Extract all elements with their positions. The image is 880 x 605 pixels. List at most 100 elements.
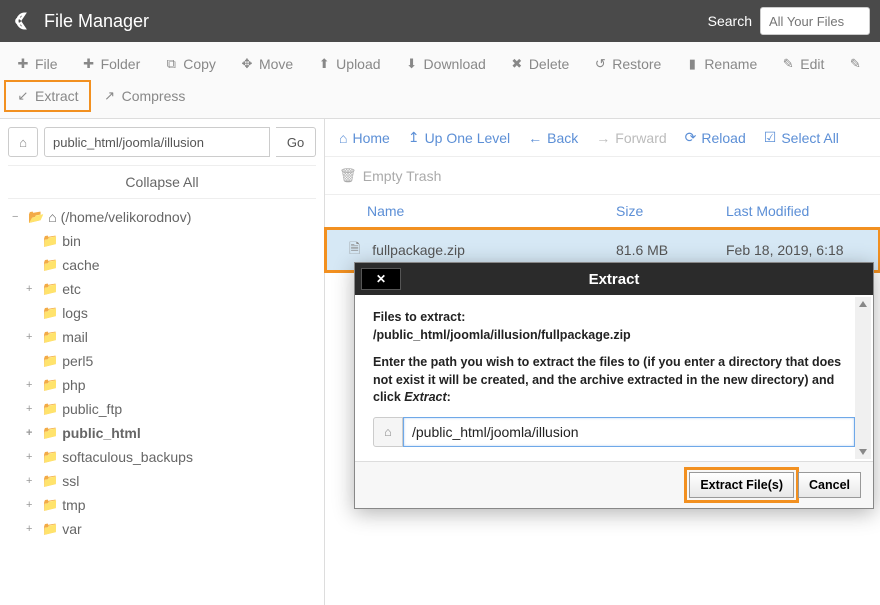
nav-forward[interactable]: →Forward <box>596 129 666 146</box>
tree-item[interactable]: +📁public_ftp <box>12 397 316 421</box>
content-navbar: ⌂Home ↥Up One Level ←Back →Forward ⟳Relo… <box>325 119 880 157</box>
empty-trash-button[interactable]: 🗑Empty Trash <box>325 157 880 195</box>
extract-icon: ↙ <box>16 88 30 104</box>
col-name[interactable]: Name <box>367 203 616 219</box>
extract-button[interactable]: ↙Extract <box>4 80 91 112</box>
delete-button[interactable]: ✖Delete <box>498 48 581 80</box>
sidebar: ⌂ Go Collapse All − 📂 ⌂ (/home/velikorod… <box>0 119 325 605</box>
download-icon: ⬇ <box>405 56 419 72</box>
tree-item-label: tmp <box>62 494 85 516</box>
tree-item[interactable]: +📁tmp <box>12 493 316 517</box>
zip-file-icon: 🗎 <box>349 238 360 262</box>
copy-button[interactable]: ⧉Copy <box>152 48 228 80</box>
tree-item[interactable]: 📁perl5 <box>12 349 316 373</box>
folder-icon: 📁 <box>42 398 58 420</box>
nav-select-all[interactable]: ☑Select All <box>764 129 839 146</box>
col-modified[interactable]: Last Modified <box>726 203 866 219</box>
folder-icon: 📁 <box>42 326 58 348</box>
file-button[interactable]: ✚File <box>4 48 70 80</box>
plus-icon: ✚ <box>16 56 30 72</box>
tree-item[interactable]: +📁var <box>12 517 316 541</box>
dialog-footer: Extract File(s) Cancel <box>355 461 873 508</box>
check-icon: ☑ <box>764 129 777 146</box>
files-to-extract-path: /public_html/joomla/illusion/fullpackage… <box>373 328 631 342</box>
folder-icon: 📁 <box>42 230 58 252</box>
expand-icon[interactable]: + <box>26 494 38 516</box>
tree-item[interactable]: 📁logs <box>12 301 316 325</box>
expand-icon[interactable]: + <box>26 374 38 396</box>
edit-icon: ✎ <box>781 56 795 72</box>
move-button[interactable]: ✥Move <box>228 48 305 80</box>
tree-item[interactable]: 📁bin <box>12 229 316 253</box>
tree-item-label: ssl <box>62 470 79 492</box>
compress-button[interactable]: ↗Compress <box>91 80 198 112</box>
extract-files-button[interactable]: Extract File(s) <box>689 472 794 498</box>
expand-icon[interactable]: + <box>26 470 38 492</box>
expand-icon[interactable]: + <box>26 398 38 420</box>
restore-button[interactable]: ↺Restore <box>581 48 673 80</box>
home-icon: ⌂ <box>48 206 56 228</box>
search-input[interactable] <box>760 7 870 35</box>
dialog-close-button[interactable]: ✕ <box>361 268 401 290</box>
folder-icon: 📁 <box>42 278 58 300</box>
upload-button[interactable]: ⬆Upload <box>305 48 392 80</box>
tree-item[interactable]: +📁mail <box>12 325 316 349</box>
extract-path-input[interactable] <box>403 417 855 447</box>
move-icon: ✥ <box>240 56 254 72</box>
go-button[interactable]: Go <box>276 127 316 157</box>
path-input[interactable] <box>44 127 270 157</box>
collapse-icon[interactable]: − <box>12 206 24 228</box>
pencil-icon: ✎ <box>848 56 862 72</box>
folder-button[interactable]: ✚Folder <box>70 48 153 80</box>
folder-icon: 📁 <box>42 470 58 492</box>
search-label: Search <box>708 13 752 29</box>
collapse-all-button[interactable]: Collapse All <box>8 165 316 199</box>
nav-up[interactable]: ↥Up One Level <box>408 129 510 146</box>
tree-item[interactable]: +📁softaculous_backups <box>12 445 316 469</box>
home-icon-button[interactable]: ⌂ <box>8 127 38 157</box>
files-to-extract-label: Files to extract: <box>373 310 465 324</box>
file-size: 81.6 MB <box>616 242 726 258</box>
folder-icon: 📁 <box>42 254 58 276</box>
folder-open-icon: 📂 <box>28 206 44 228</box>
tree-item[interactable]: +📁ssl <box>12 469 316 493</box>
nav-reload[interactable]: ⟳Reload <box>685 129 746 146</box>
restore-icon: ↺ <box>593 56 607 72</box>
toolbar: ✚File ✚Folder ⧉Copy ✥Move ⬆Upload ⬇Downl… <box>0 42 880 119</box>
tree-item-label: softaculous_backups <box>62 446 193 468</box>
tree-item-label: var <box>62 518 81 540</box>
dialog-titlebar[interactable]: ✕ Extract <box>355 263 873 295</box>
tree-item[interactable]: +📁etc <box>12 277 316 301</box>
path-bar: ⌂ Go <box>8 127 316 157</box>
extract-path-row: ⌂ <box>373 417 855 447</box>
scrollbar[interactable] <box>855 297 871 459</box>
download-button[interactable]: ⬇Download <box>393 48 498 80</box>
edit-button[interactable]: ✎Edit <box>769 48 836 80</box>
tree-root[interactable]: − 📂 ⌂ (/home/velikorodnov) <box>12 205 316 229</box>
folder-icon: 📁 <box>42 350 58 372</box>
tree-item[interactable]: +📁php <box>12 373 316 397</box>
plus-icon: ✚ <box>82 56 96 72</box>
htmleditor-button[interactable]: ✎ <box>836 48 874 80</box>
dialog-title: Extract <box>355 271 873 288</box>
expand-icon[interactable]: + <box>26 326 38 348</box>
cancel-button[interactable]: Cancel <box>798 472 861 498</box>
folder-tree: − 📂 ⌂ (/home/velikorodnov) 📁bin📁cache+📁e… <box>8 205 316 541</box>
expand-icon[interactable]: + <box>26 278 38 300</box>
tree-item[interactable]: +📁public_html <box>12 421 316 445</box>
expand-icon[interactable]: + <box>26 518 38 540</box>
forward-icon: → <box>596 130 610 146</box>
nav-home[interactable]: ⌂Home <box>339 129 390 146</box>
tree-item[interactable]: 📁cache <box>12 253 316 277</box>
app-title: File Manager <box>44 11 708 32</box>
extract-dialog: ✕ Extract Files to extract: /public_html… <box>354 262 874 509</box>
nav-back[interactable]: ←Back <box>528 129 578 146</box>
rename-button[interactable]: ▮Rename <box>673 48 769 80</box>
expand-icon[interactable]: + <box>26 446 38 468</box>
expand-icon[interactable]: + <box>26 422 38 444</box>
folder-icon: 📁 <box>42 302 58 324</box>
file-list-header[interactable]: Name Size Last Modified <box>325 195 880 228</box>
home-icon-button[interactable]: ⌂ <box>373 417 403 447</box>
tree-item-label: cache <box>62 254 99 276</box>
col-size[interactable]: Size <box>616 203 726 219</box>
